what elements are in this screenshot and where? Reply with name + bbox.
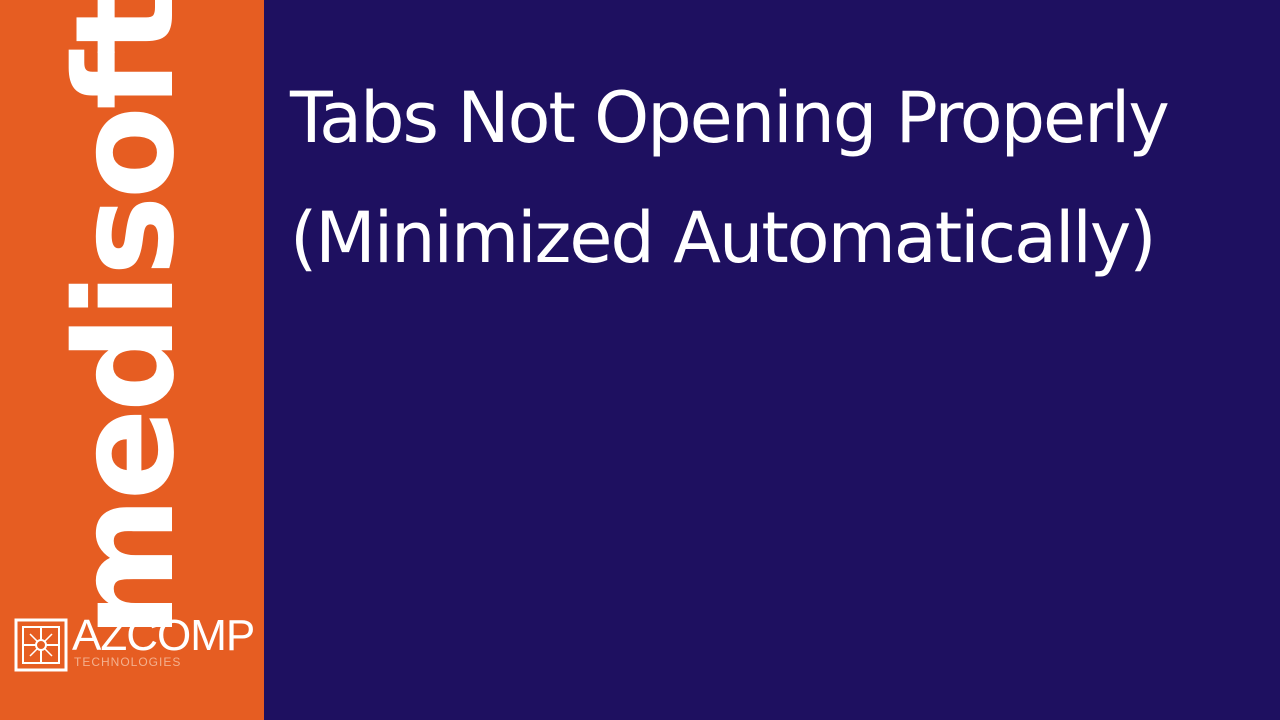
brand-word-container: medisoft: [36, 0, 216, 638]
medisoft-brand-word: medisoft: [47, 0, 205, 639]
azcomp-logo: AZCOMP TECHNOLOGIES: [14, 614, 255, 674]
azcomp-logo-tagline: TECHNOLOGIES: [74, 655, 182, 669]
brand-sidebar: medisoft AZCOMP TECHNOLOGIES: [0, 0, 264, 720]
title-panel: Tabs Not Opening Properly (Minimized Aut…: [264, 0, 1280, 720]
azcomp-logo-name: AZCOMP: [72, 611, 255, 660]
page-title-line-1: Tabs Not Opening Properly: [290, 77, 1170, 159]
azcomp-logo-mark-icon: [14, 618, 68, 672]
page-title: Tabs Not Opening Properly (Minimized Aut…: [290, 58, 1170, 298]
page-title-line-2: (Minimized Automatically): [290, 197, 1157, 279]
